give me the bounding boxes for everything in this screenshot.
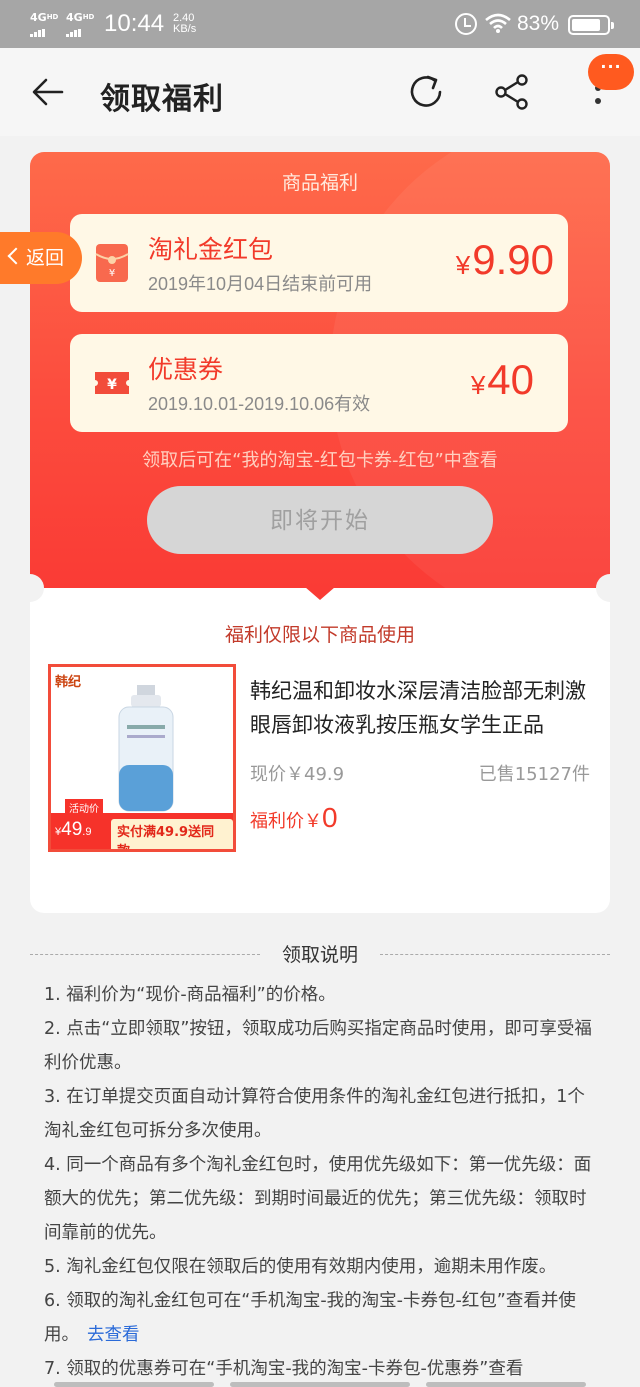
currency-symbol: ¥ <box>470 370 486 400</box>
coupon-name: 淘礼金红包 <box>148 235 274 264</box>
sold-count: 已售15127件 <box>478 764 590 785</box>
ticket-icon: ¥ <box>95 372 129 394</box>
rule-item: 2. 点击“立即领取”按钮，领取成功后购买指定商品时使用，即可享受福利价优惠。 <box>44 1019 592 1073</box>
gesture-bar <box>230 1382 410 1387</box>
current-price: 现价￥49.9 <box>250 764 345 785</box>
back-arrow-icon[interactable] <box>28 74 68 110</box>
network-type-2: 4G <box>66 11 83 24</box>
battery-percent: 83% <box>517 12 560 35</box>
view-location-note: 领取后可在“我的淘宝-红包卡券-红包”中查看 <box>142 450 498 471</box>
promo-price-dec: .9 <box>82 826 92 838</box>
promo-tag: 活动价 <box>65 799 103 816</box>
welfare-price: 福利价￥0 <box>250 802 338 834</box>
alarm-icon <box>455 13 477 35</box>
network-speed: 2.40 KB/s <box>173 13 196 35</box>
network-speed-unit: KB/s <box>173 23 197 35</box>
signal-indicator-2: 4GHD <box>66 11 95 37</box>
product-image[interactable]: 韩纪 活动价 ¥49.9 实付满49.9送同款 <box>48 664 236 852</box>
signal-bars-icon <box>30 26 58 37</box>
rule-item: 1. 福利价为“现价-商品福利”的价格。 <box>44 985 336 1005</box>
product-card: 福利仅限以下商品使用 韩纪 活动价 ¥49.9 实付满49.9送同款 韩纪温和卸… <box>16 574 624 913</box>
promo-price-int: 49 <box>61 819 83 840</box>
battery-fill <box>572 19 601 31</box>
promo-deal: 实付满49.9送同款 <box>111 819 233 849</box>
wifi-icon <box>485 13 511 33</box>
network-type-1: 4G <box>30 11 47 24</box>
signal-bars-icon <box>66 26 94 37</box>
coupon-amount-value: 40 <box>487 356 534 403</box>
coupon-amount: ¥40 <box>471 356 534 404</box>
coupon-name: 优惠券 <box>148 355 224 384</box>
currency-symbol: ¥ <box>455 250 471 280</box>
product-title[interactable]: 韩纪温和卸妆水深层清洁脸部无刺激眼唇卸妆液乳按压瓶女学生正品 <box>250 674 594 742</box>
rule-item: 3. 在订单提交页面自动计算符合使用条件的淘礼金红包进行抵扣，1个淘礼金红包可拆… <box>44 1087 585 1141</box>
promo-price: ¥49.9 <box>55 819 91 841</box>
usage-limit-text: 福利仅限以下商品使用 <box>224 624 415 646</box>
rules-heading: 领取说明 <box>30 940 610 968</box>
rule-item-with-link: 6. 领取的淘礼金红包可在“手机淘宝-我的淘宝-卡券包-红包”查看并使用。 去查看 <box>44 1284 596 1352</box>
gesture-bar <box>54 1382 214 1387</box>
coupon-amount: ¥9.90 <box>456 236 554 284</box>
coupon-validity: 2019年10月04日结束前可用 <box>148 274 373 294</box>
chevron-left-icon <box>7 247 25 265</box>
welfare-card: 商品福利 ¥ 淘礼金红包 2019年10月04日结束前可用 ¥9.90 ¥ 优惠… <box>30 152 610 588</box>
battery-icon <box>568 15 614 35</box>
rule-item: 4. 同一个商品有多个淘礼金红包时，使用优先级如下：第一优先级：面额大的优先；第… <box>44 1155 592 1243</box>
welfare-price-label: 福利价￥ <box>250 811 322 832</box>
svg-text:¥: ¥ <box>107 377 117 393</box>
nav-bar: 领取福利 ··· <box>0 48 640 136</box>
coupon-discount: ¥ 优惠券 2019.10.01-2019.10.06有效 ¥40 <box>70 334 568 432</box>
welfare-price-value: 0 <box>322 802 338 833</box>
welfare-heading: 商品福利 <box>281 172 358 194</box>
rule-item: 5. 淘礼金红包仅限在领取后的使用有效期内使用，逾期未用作废。 <box>44 1257 557 1277</box>
rules-list: 1. 福利价为“现价-商品福利”的价格。 2. 点击“立即领取”按钮，领取成功后… <box>44 978 596 1386</box>
status-bar: 4GHD 4GHD 10:44 2.40 KB/s 83% <box>0 0 640 48</box>
rule-item: 7. 领取的优惠券可在“手机淘宝-我的淘宝-卡券包-优惠券”查看 <box>44 1359 524 1379</box>
network-hd-1: HD <box>46 13 59 21</box>
page-title: 领取福利 <box>100 82 224 117</box>
coming-soon-button[interactable]: 即将开始 <box>147 486 493 554</box>
product-brand-logo: 韩纪 <box>55 675 82 690</box>
share-icon[interactable] <box>492 72 532 112</box>
floating-back-button[interactable]: 返回 <box>0 232 82 284</box>
coupon-amount-value: 9.90 <box>472 236 554 283</box>
down-pointer-icon <box>305 587 335 600</box>
refresh-icon[interactable] <box>406 72 446 112</box>
message-bubble[interactable]: ··· <box>588 54 634 90</box>
signal-indicator-1: 4GHD <box>30 11 59 37</box>
network-hd-2: HD <box>82 13 95 21</box>
floating-back-label: 返回 <box>26 247 65 269</box>
view-link[interactable]: 去查看 <box>87 1325 140 1345</box>
coupon-red-envelope: ¥ 淘礼金红包 2019年10月04日结束前可用 ¥9.90 <box>70 214 568 312</box>
red-envelope-icon: ¥ <box>95 244 129 282</box>
gesture-bar <box>426 1382 586 1387</box>
bottle-image <box>118 685 174 812</box>
coupon-validity: 2019.10.01-2019.10.06有效 <box>148 394 371 414</box>
clock: 10:44 <box>104 10 165 37</box>
divider <box>380 954 610 955</box>
promo-strip: 活动价 ¥49.9 实付满49.9送同款 <box>51 799 233 849</box>
svg-text:¥: ¥ <box>109 268 115 279</box>
